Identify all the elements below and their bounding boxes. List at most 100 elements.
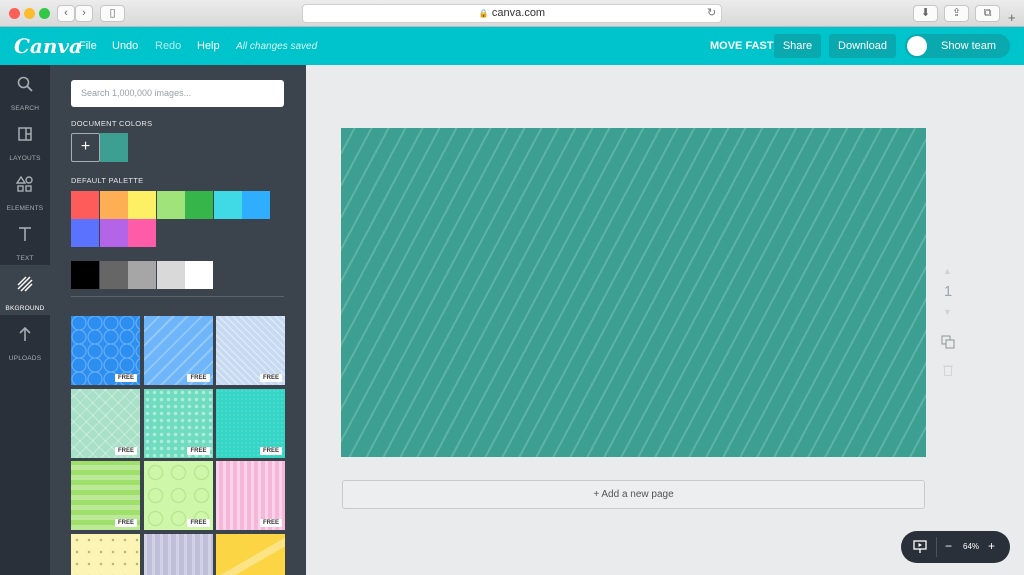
zoom-in-button[interactable]: + bbox=[988, 539, 995, 553]
lock-icon: 🔒 bbox=[478, 9, 489, 18]
menu-help[interactable]: Help bbox=[197, 40, 220, 52]
free-badge: FREE bbox=[187, 446, 210, 455]
add-page-button[interactable]: + Add a new page bbox=[342, 480, 925, 509]
rail-label: UPLOADS bbox=[8, 355, 42, 362]
reload-icon[interactable]: ↻ bbox=[707, 6, 716, 19]
browser-chrome: ‹ › ▯ 🔒 canva.com ↻ ⬇ ⇪ ⧉ + bbox=[0, 0, 1024, 27]
gray-swatch[interactable] bbox=[99, 261, 128, 289]
free-badge: FREE bbox=[114, 374, 137, 382]
close-window-button[interactable] bbox=[9, 8, 20, 19]
document-color-swatch[interactable] bbox=[100, 133, 128, 162]
gray-swatch[interactable] bbox=[71, 261, 99, 289]
tabs-icon[interactable]: ⧉ bbox=[975, 5, 1000, 22]
page-number: 1 bbox=[943, 283, 953, 300]
rail-item-background[interactable]: BKGROUND bbox=[0, 265, 50, 315]
menu-file[interactable]: File bbox=[79, 40, 97, 52]
free-badge: FREE bbox=[114, 446, 137, 455]
rail-label: LAYOUTS bbox=[9, 155, 41, 162]
plus-icon: + bbox=[80, 138, 91, 155]
palette-swatch[interactable] bbox=[213, 191, 242, 219]
forward-icon[interactable]: › bbox=[75, 5, 93, 22]
document-colors-title: DOCUMENT COLORS bbox=[71, 119, 153, 128]
back-icon[interactable]: ‹ bbox=[57, 5, 75, 22]
gray-swatch[interactable] bbox=[128, 261, 156, 289]
background-thumbnail[interactable]: FREE bbox=[71, 316, 140, 385]
rail-item-text[interactable]: TEXT bbox=[0, 215, 50, 265]
team-name[interactable]: MOVE FAST bbox=[710, 40, 774, 52]
rail-item-elements[interactable]: ELEMENTS bbox=[0, 165, 50, 215]
layouts-icon bbox=[18, 127, 32, 141]
free-badge: FREE bbox=[259, 374, 282, 382]
palette-swatch[interactable] bbox=[99, 191, 128, 219]
panel-divider bbox=[71, 296, 284, 297]
sidebar-toggle-icon[interactable]: ▯ bbox=[100, 5, 125, 22]
background-panel: Search 1,000,000 images... DOCUMENT COLO… bbox=[50, 65, 306, 575]
elements-icon bbox=[16, 175, 33, 192]
menu-undo[interactable]: Undo bbox=[112, 40, 138, 52]
menu-redo[interactable]: Redo bbox=[155, 40, 181, 52]
background-thumbnail[interactable] bbox=[216, 533, 285, 575]
save-status: All changes saved bbox=[236, 41, 318, 52]
share-page-icon[interactable]: ⇪ bbox=[944, 5, 969, 22]
zoom-separator bbox=[936, 537, 937, 557]
background-icon bbox=[17, 276, 33, 292]
palette-swatch[interactable] bbox=[156, 191, 185, 219]
free-badge: FREE bbox=[259, 446, 282, 455]
zoom-value[interactable]: 64% bbox=[963, 542, 979, 551]
search-icon bbox=[17, 76, 33, 92]
share-button[interactable]: Share bbox=[774, 34, 821, 58]
rail-item-search[interactable]: SEARCH bbox=[0, 65, 50, 115]
free-badge: FREE bbox=[259, 519, 282, 527]
zoom-control: − 64% + bbox=[901, 531, 1010, 563]
background-thumbnail[interactable]: FREE bbox=[71, 388, 140, 458]
present-icon[interactable] bbox=[913, 540, 927, 554]
palette-swatch[interactable] bbox=[185, 191, 213, 219]
add-color-button[interactable]: + bbox=[71, 133, 100, 162]
gray-swatch[interactable] bbox=[185, 261, 213, 289]
background-thumbnail[interactable] bbox=[71, 533, 140, 575]
show-team-toggle[interactable]: Show team bbox=[905, 34, 1010, 58]
canva-logo[interactable]: Canva bbox=[14, 34, 82, 58]
background-thumbnail[interactable] bbox=[143, 533, 213, 575]
default-palette-title: DEFAULT PALETTE bbox=[71, 176, 144, 185]
tool-rail: SEARCH LAYOUTS ELEMENTS TEXT BKGROUND UP… bbox=[0, 65, 50, 575]
palette-swatch[interactable] bbox=[242, 191, 270, 219]
page-down-icon[interactable]: ▼ bbox=[943, 307, 952, 317]
background-thumbnail[interactable]: FREE bbox=[143, 316, 213, 385]
background-thumbnail[interactable]: FREE bbox=[143, 461, 213, 530]
zoom-out-button[interactable]: − bbox=[945, 539, 952, 553]
palette-swatch[interactable] bbox=[71, 219, 99, 247]
rail-label: SEARCH bbox=[10, 105, 40, 112]
show-team-label: Show team bbox=[941, 40, 997, 52]
design-page[interactable] bbox=[341, 128, 926, 457]
palette-swatch[interactable] bbox=[99, 219, 128, 247]
palette-swatch[interactable] bbox=[128, 219, 156, 247]
background-thumbnail[interactable]: FREE bbox=[216, 461, 285, 530]
background-thumbnail[interactable]: FREE bbox=[143, 388, 213, 458]
page-up-icon[interactable]: ▲ bbox=[943, 266, 952, 276]
rail-item-uploads[interactable]: UPLOADS bbox=[0, 315, 50, 365]
background-thumbnail[interactable]: FREE bbox=[216, 316, 285, 385]
rail-label: BKGROUND bbox=[5, 305, 45, 312]
background-thumbnail[interactable]: FREE bbox=[71, 461, 140, 530]
background-thumbnail[interactable]: FREE bbox=[216, 388, 285, 458]
new-tab-icon[interactable]: + bbox=[1008, 10, 1016, 25]
free-badge: FREE bbox=[187, 374, 210, 382]
gray-swatch[interactable] bbox=[156, 261, 185, 289]
palette-swatch[interactable] bbox=[128, 191, 156, 219]
rail-label: ELEMENTS bbox=[6, 205, 44, 212]
duplicate-page-icon[interactable] bbox=[941, 335, 955, 349]
palette-swatch[interactable] bbox=[71, 191, 99, 219]
text-icon bbox=[19, 227, 31, 241]
address-bar[interactable]: 🔒 canva.com bbox=[302, 4, 722, 23]
minimize-window-button[interactable] bbox=[24, 8, 35, 19]
toggle-knob bbox=[907, 36, 927, 56]
image-search-input[interactable]: Search 1,000,000 images... bbox=[71, 80, 284, 107]
upload-icon bbox=[19, 326, 31, 341]
rail-item-layouts[interactable]: LAYOUTS bbox=[0, 115, 50, 165]
downloads-icon[interactable]: ⬇ bbox=[913, 5, 938, 22]
delete-page-icon[interactable] bbox=[943, 364, 953, 376]
zoom-window-button[interactable] bbox=[39, 8, 50, 19]
download-button[interactable]: Download bbox=[829, 34, 896, 58]
free-badge: FREE bbox=[114, 519, 137, 527]
